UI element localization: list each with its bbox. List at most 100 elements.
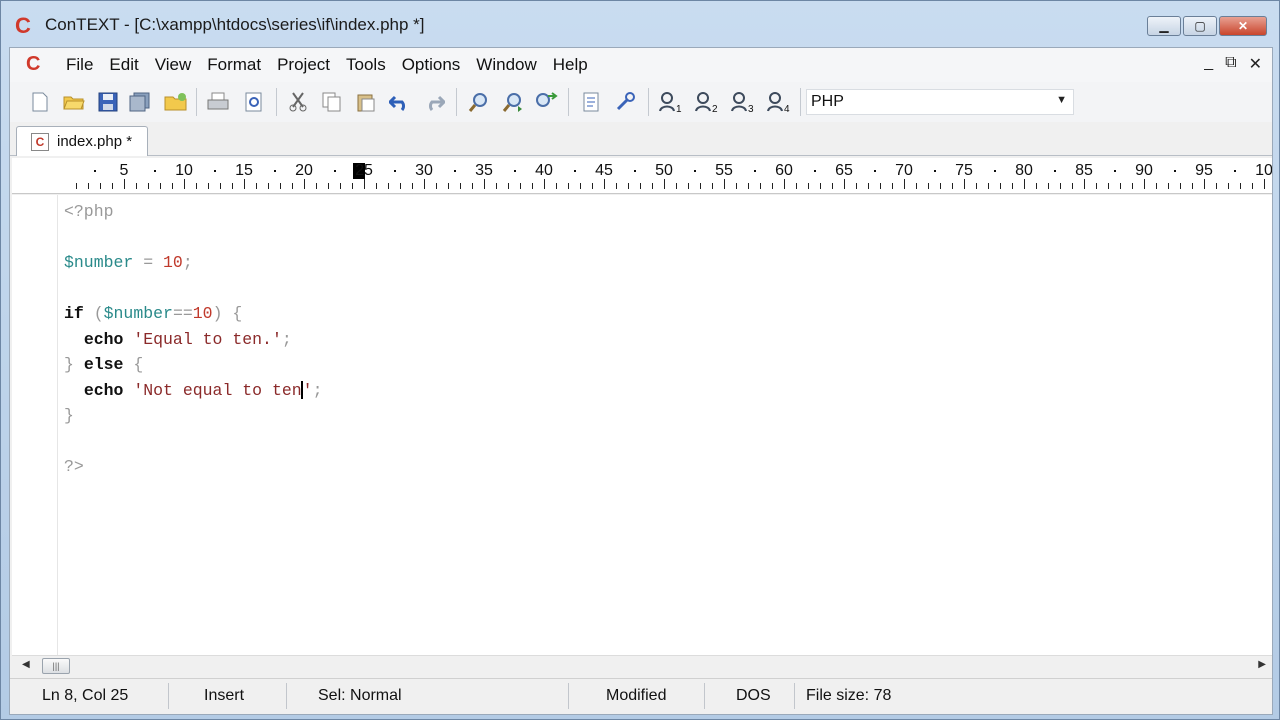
document-tabs: C index.php * <box>10 122 1272 156</box>
copy-icon[interactable] <box>320 90 344 114</box>
doc-minimize-button[interactable]: _ <box>1204 54 1213 74</box>
ruler-tick <box>976 183 977 189</box>
ruler-tick <box>88 183 89 189</box>
ruler-tick <box>352 183 353 189</box>
syntax-highlighter-value: PHP <box>811 93 844 110</box>
ruler-dot <box>814 170 816 172</box>
doc-restore-button[interactable]: ⧉ <box>1225 54 1236 74</box>
file-size: File size: 78 <box>806 687 892 704</box>
code-line-1: <?php <box>64 202 114 221</box>
ruler-tick <box>1216 183 1217 189</box>
menu-options[interactable]: Options <box>394 55 469 75</box>
print-icon[interactable] <box>206 90 230 114</box>
svg-text:1: 1 <box>676 104 682 113</box>
ruler-tick <box>328 183 329 189</box>
tools-icon[interactable] <box>614 90 638 114</box>
save-all-icon[interactable] <box>128 90 152 114</box>
menu-format[interactable]: Format <box>199 55 269 75</box>
ruler-tick <box>1252 183 1253 189</box>
php-file-icon: C <box>31 132 49 151</box>
user-command-4-icon[interactable]: 4 <box>766 90 790 114</box>
ruler-tick <box>484 179 485 189</box>
ruler-label: 85 <box>1075 162 1093 179</box>
new-file-icon[interactable] <box>28 90 52 114</box>
ruler-tick <box>388 183 389 189</box>
open-folder-icon[interactable] <box>62 90 86 114</box>
syntax-highlighter-select[interactable]: PHP ▼ <box>806 89 1074 115</box>
ruler-tick <box>616 183 617 189</box>
ruler-tick <box>208 183 209 189</box>
code-area[interactable]: <?php $number = 10; if ($number==10) { e… <box>64 199 1254 480</box>
ruler-tick <box>892 183 893 189</box>
modified-indicator: Modified <box>606 687 667 704</box>
paste-icon[interactable] <box>354 90 378 114</box>
ruler-tick <box>664 179 665 189</box>
print-preview-icon[interactable] <box>242 90 266 114</box>
code-editor[interactable]: <?php $number = 10; if ($number==10) { e… <box>12 195 1272 655</box>
ruler-tick <box>568 183 569 189</box>
selection-mode: Sel: Normal <box>318 687 402 704</box>
code-line-7: } else { <box>64 355 144 374</box>
ruler-tick <box>760 183 761 189</box>
close-button[interactable]: ✕ <box>1219 16 1267 36</box>
ruler-label: 55 <box>715 162 733 179</box>
ruler-tick <box>1000 183 1001 189</box>
export-icon[interactable] <box>580 90 604 114</box>
ruler-label: 75 <box>955 162 973 179</box>
user-command-3-icon[interactable]: 3 <box>730 90 754 114</box>
ruler-label: 45 <box>595 162 613 179</box>
menu-window[interactable]: Window <box>468 55 544 75</box>
ruler-tick <box>232 183 233 189</box>
ruler-label: 25 <box>355 162 373 179</box>
scroll-left-icon[interactable]: ◀ <box>22 659 30 670</box>
ruler-tick <box>136 183 137 189</box>
doc-close-button[interactable]: ✕ <box>1249 54 1262 74</box>
ruler-label: 70 <box>895 162 913 179</box>
code-line-11: ?> <box>64 457 84 476</box>
ruler-tick <box>1240 183 1241 189</box>
ruler-label: 40 <box>535 162 553 179</box>
find-next-icon[interactable] <box>500 90 524 114</box>
ruler-dot <box>514 170 516 172</box>
scrollbar-thumb[interactable]: ||| <box>42 658 70 674</box>
ruler-tick <box>688 183 689 189</box>
menu-view[interactable]: View <box>147 55 200 75</box>
ruler-tick <box>736 183 737 189</box>
horizontal-scrollbar[interactable]: ◀ ||| ▶ <box>12 655 1272 675</box>
document-menu-icon[interactable]: C <box>26 53 40 76</box>
maximize-button[interactable]: ▢ <box>1183 16 1217 36</box>
minimize-button[interactable]: ▁ <box>1147 16 1181 36</box>
ruler-tick <box>448 183 449 189</box>
ruler-tick <box>496 183 497 189</box>
user-command-1-icon[interactable]: 1 <box>658 90 682 114</box>
cursor-position: Ln 8, Col 25 <box>42 687 129 704</box>
find-icon[interactable] <box>466 90 490 114</box>
scroll-right-icon[interactable]: ▶ <box>1258 659 1266 670</box>
ruler-tick <box>508 183 509 189</box>
menu-project[interactable]: Project <box>269 55 338 75</box>
ruler-tick <box>796 183 797 189</box>
ruler-tick <box>952 183 953 189</box>
ruler-tick <box>820 183 821 189</box>
ruler-tick <box>928 183 929 189</box>
menu-tools[interactable]: Tools <box>338 55 394 75</box>
ruler-tick <box>76 183 77 189</box>
user-command-2-icon[interactable]: 2 <box>694 90 718 114</box>
save-icon[interactable] <box>96 90 120 114</box>
ruler-label: 20 <box>295 162 313 179</box>
replace-icon[interactable] <box>534 90 558 114</box>
tab-index-php[interactable]: C index.php * <box>16 126 148 156</box>
menu-help[interactable]: Help <box>545 55 596 75</box>
chevron-down-icon[interactable]: ▼ <box>1056 94 1067 106</box>
redo-icon[interactable] <box>422 90 446 114</box>
ruler-tick <box>364 179 365 189</box>
ruler-tick <box>964 179 965 189</box>
menu-edit[interactable]: Edit <box>101 55 146 75</box>
cut-icon[interactable] <box>286 90 310 114</box>
ruler-tick <box>1084 179 1085 189</box>
ruler-tick <box>424 179 425 189</box>
undo-icon[interactable] <box>388 90 412 114</box>
menu-file[interactable]: File <box>58 55 101 75</box>
ruler-tick <box>400 183 401 189</box>
open-project-icon[interactable] <box>164 90 188 114</box>
